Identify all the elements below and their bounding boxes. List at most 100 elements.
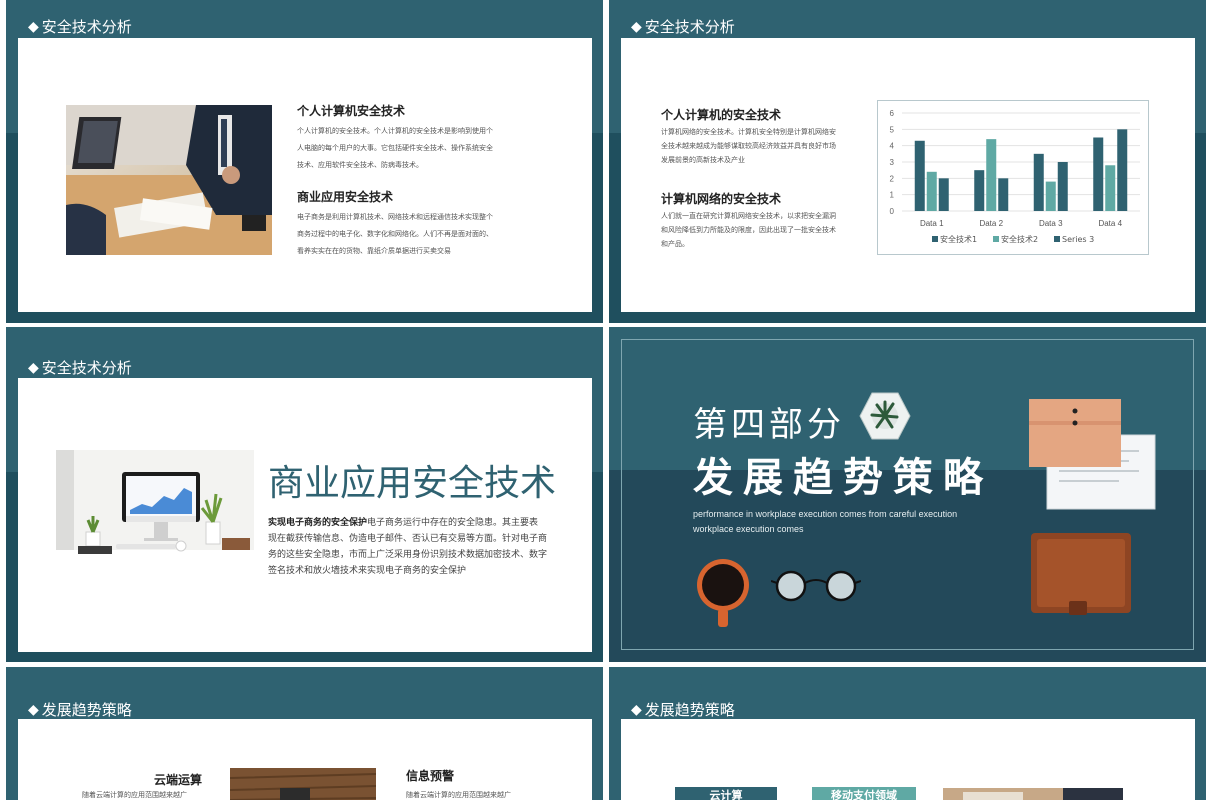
bar xyxy=(1105,165,1116,211)
paragraph: 实现电子商务的安全保护电子商务运行中存在的安全隐患。其主要表 现在截获传输信息、… xyxy=(268,514,553,578)
legend-swatch xyxy=(993,236,999,242)
text-line: 发展前景的高新技术及产业 xyxy=(661,157,745,164)
y-tick-label: 4 xyxy=(890,142,895,151)
succulent-icon xyxy=(859,392,911,440)
slide-title: 商业应用安全技术 xyxy=(268,463,557,504)
y-tick-label: 6 xyxy=(890,109,895,118)
text-line: performance in workplace execution comes… xyxy=(693,509,958,519)
slide-1: ◆ 安全技术分析 个人计算机安全技术 个人计算机的安全技术。个人计算机的安全技术… xyxy=(6,0,603,323)
business-photo xyxy=(943,788,1123,800)
bar xyxy=(914,140,925,211)
text-line: 人电脑的每个用户的大事。它包括硬件安全技术、操作系统安全 xyxy=(297,145,493,152)
eyeglasses-icon xyxy=(771,570,861,602)
legend-swatch xyxy=(1054,236,1060,242)
coffee-cup-icon xyxy=(697,559,749,627)
x-tick-label: Data 2 xyxy=(979,219,1003,228)
legend-label: Series 3 xyxy=(1062,235,1094,244)
subtitle-1: 云端运算 xyxy=(154,773,203,787)
bar xyxy=(938,178,949,211)
text-line: 签名技术和放火墙技术来实现电子商务的安全保护 xyxy=(268,565,467,575)
x-tick-label: Data 3 xyxy=(1039,219,1063,228)
slide-header: ◆ 安全技术分析 xyxy=(631,16,735,37)
laptop-wood-photo xyxy=(230,768,376,800)
y-tick-label: 3 xyxy=(890,158,895,167)
lead-text: 实现电子商务的安全保护 xyxy=(268,517,368,527)
text-line: 现在截获传输信息、伪造电子邮件、否认已有交易等方面。针对电子商 xyxy=(268,533,548,543)
paragraph-1: 个人计算机的安全技术。个人计算机的安全技术是影响到使用个 人电脑的每个用户的大事… xyxy=(297,123,527,174)
legend-label: 安全技术2 xyxy=(1001,234,1038,244)
diamond-icon: ◆ xyxy=(631,701,642,717)
section-title: 安全技术分析 xyxy=(41,360,132,377)
section-title: 发展趋势策略 xyxy=(41,702,132,719)
text-line: workplace execution comes xyxy=(693,524,804,534)
slide-4: 第四部分 发展趋势策略 performance in workplace exe… xyxy=(609,327,1206,662)
text-line: 计算机网络的安全技术。计算机安全特别是计算机网络安 xyxy=(661,129,836,136)
pill-mobile-payment: 移动支付领域 xyxy=(812,787,916,800)
subtitle-2: 信息预警 xyxy=(406,769,455,783)
bar xyxy=(1033,153,1044,211)
paragraph-1: 计算机网络的安全技术。计算机安全特别是计算机网络安 全技术越来越成为能够谋取较高… xyxy=(661,126,861,168)
content-card: 云端运算 随着云端计算的应用范围越来越广 信息预警 随着云端计算的应用范围越来越… xyxy=(18,719,592,800)
slide-5: ◆ 发展趋势策略 云端运算 随着云端计算的应用范围越来越广 信息预警 随着云端计… xyxy=(6,667,603,800)
bar xyxy=(974,170,985,211)
slide-header: ◆ 发展趋势策略 xyxy=(28,699,132,720)
paragraph-2: 人们就一直在研究计算机网络安全技术，以求把安全漏洞 和风险降低到力所能及的限度，… xyxy=(661,210,861,252)
y-tick-label: 2 xyxy=(890,174,895,183)
section-title: 安全技术分析 xyxy=(41,19,132,36)
slide-2: ◆ 安全技术分析 个人计算机的安全技术 计算机网络的安全技术。计算机安全特别是计… xyxy=(609,0,1206,323)
pill-cloud-computing: 云计算 xyxy=(675,787,777,800)
slide-6: ◆ 发展趋势策略 云计算 移动支付领域 xyxy=(609,667,1206,800)
x-tick-label: Data 4 xyxy=(1098,219,1122,228)
desk-computer-photo xyxy=(56,450,254,582)
text-line: 个人计算机的安全技术。个人计算机的安全技术是影响到使用个 xyxy=(297,128,493,135)
part-label: 第四部分 xyxy=(693,405,845,445)
y-tick-label: 0 xyxy=(890,207,895,216)
text-line: 看养实实在在的货物、靠纸介质单据进行买卖交易 xyxy=(297,248,451,255)
text-line: 商务过程中的电子化、数字化和网络化。人们不再是面对面的、 xyxy=(297,231,493,238)
section-title: 安全技术分析 xyxy=(644,19,735,36)
bar xyxy=(998,178,1009,211)
legend-label: 安全技术1 xyxy=(940,234,977,244)
paragraph-1: 随着云端计算的应用范围越来越广 xyxy=(82,792,187,799)
text-line: 人们就一直在研究计算机网络安全技术，以求把安全漏洞 xyxy=(661,213,836,220)
legend-swatch xyxy=(932,236,938,242)
bar xyxy=(1093,137,1104,211)
business-meeting-photo xyxy=(66,105,272,255)
subtitle-2: 计算机网络的安全技术 xyxy=(661,192,782,206)
y-tick-label: 5 xyxy=(890,125,895,134)
slide-header: ◆ 发展趋势策略 xyxy=(631,699,735,720)
bar xyxy=(1045,181,1056,211)
text-line: 全技术越来越成为能够谋取较高经济效益并具有良好市场 xyxy=(661,143,836,150)
x-tick-label: Data 1 xyxy=(920,219,944,228)
slide-header: ◆ 安全技术分析 xyxy=(28,16,132,37)
section-title: 发展趋势策略 xyxy=(644,702,735,719)
text-line: 和产品。 xyxy=(661,241,689,248)
bar xyxy=(986,139,997,211)
text-line: 务的这些安全隐患，市而上广泛采用身份识别技术数据加密技术、数字 xyxy=(268,549,548,559)
envelope-notes-icon xyxy=(1029,399,1156,510)
text-line: 电子商务是利用计算机技术、网络技术和远程通信技术实现整个 xyxy=(297,214,493,221)
content-card: 个人计算机安全技术 个人计算机的安全技术。个人计算机的安全技术是影响到使用个 人… xyxy=(18,38,592,312)
slide-header: ◆ 安全技术分析 xyxy=(28,357,132,378)
bar xyxy=(1117,129,1128,211)
text-line: 和风险降低到力所能及的限度，因此出现了一批安全技术 xyxy=(661,227,836,234)
paragraph-2: 随着云端计算的应用范围越来越广 xyxy=(406,792,511,799)
diamond-icon: ◆ xyxy=(631,18,642,34)
diamond-icon: ◆ xyxy=(28,18,39,34)
diamond-icon: ◆ xyxy=(28,701,39,717)
text-line: 电子商务运行中存在的安全隐患。其主要表 xyxy=(367,517,539,527)
y-tick-label: 1 xyxy=(890,191,895,200)
subtitle-2: 商业应用安全技术 xyxy=(297,190,394,204)
bar-chart: 0 1 2 3 4 5 6 Data 1 Data 2 Data 3 Data 4 安全技术1 安全技术… xyxy=(877,100,1149,255)
content-card: 商业应用安全技术 实现电子商务的安全保护电子商务运行中存在的安全隐患。其主要表 … xyxy=(18,378,592,652)
content-card: 云计算 移动支付领域 xyxy=(621,719,1195,800)
content-card: 个人计算机的安全技术 计算机网络的安全技术。计算机安全特别是计算机网络安 全技术… xyxy=(621,38,1195,312)
subtitle-1: 个人计算机安全技术 xyxy=(297,104,406,118)
leather-notebook-icon xyxy=(1031,533,1131,615)
bar xyxy=(926,171,937,211)
subtitle-1: 个人计算机的安全技术 xyxy=(661,108,782,122)
bar xyxy=(1057,162,1068,211)
part-title: 发展趋势策略 xyxy=(693,455,993,501)
slide-3: ◆ 安全技术分析 商业应用安全技术 实现电子商务的安全保护电子商务运行中存在的安… xyxy=(6,327,603,662)
text-line: 技术、应用软件安全技术、防病毒技术。 xyxy=(297,162,423,169)
